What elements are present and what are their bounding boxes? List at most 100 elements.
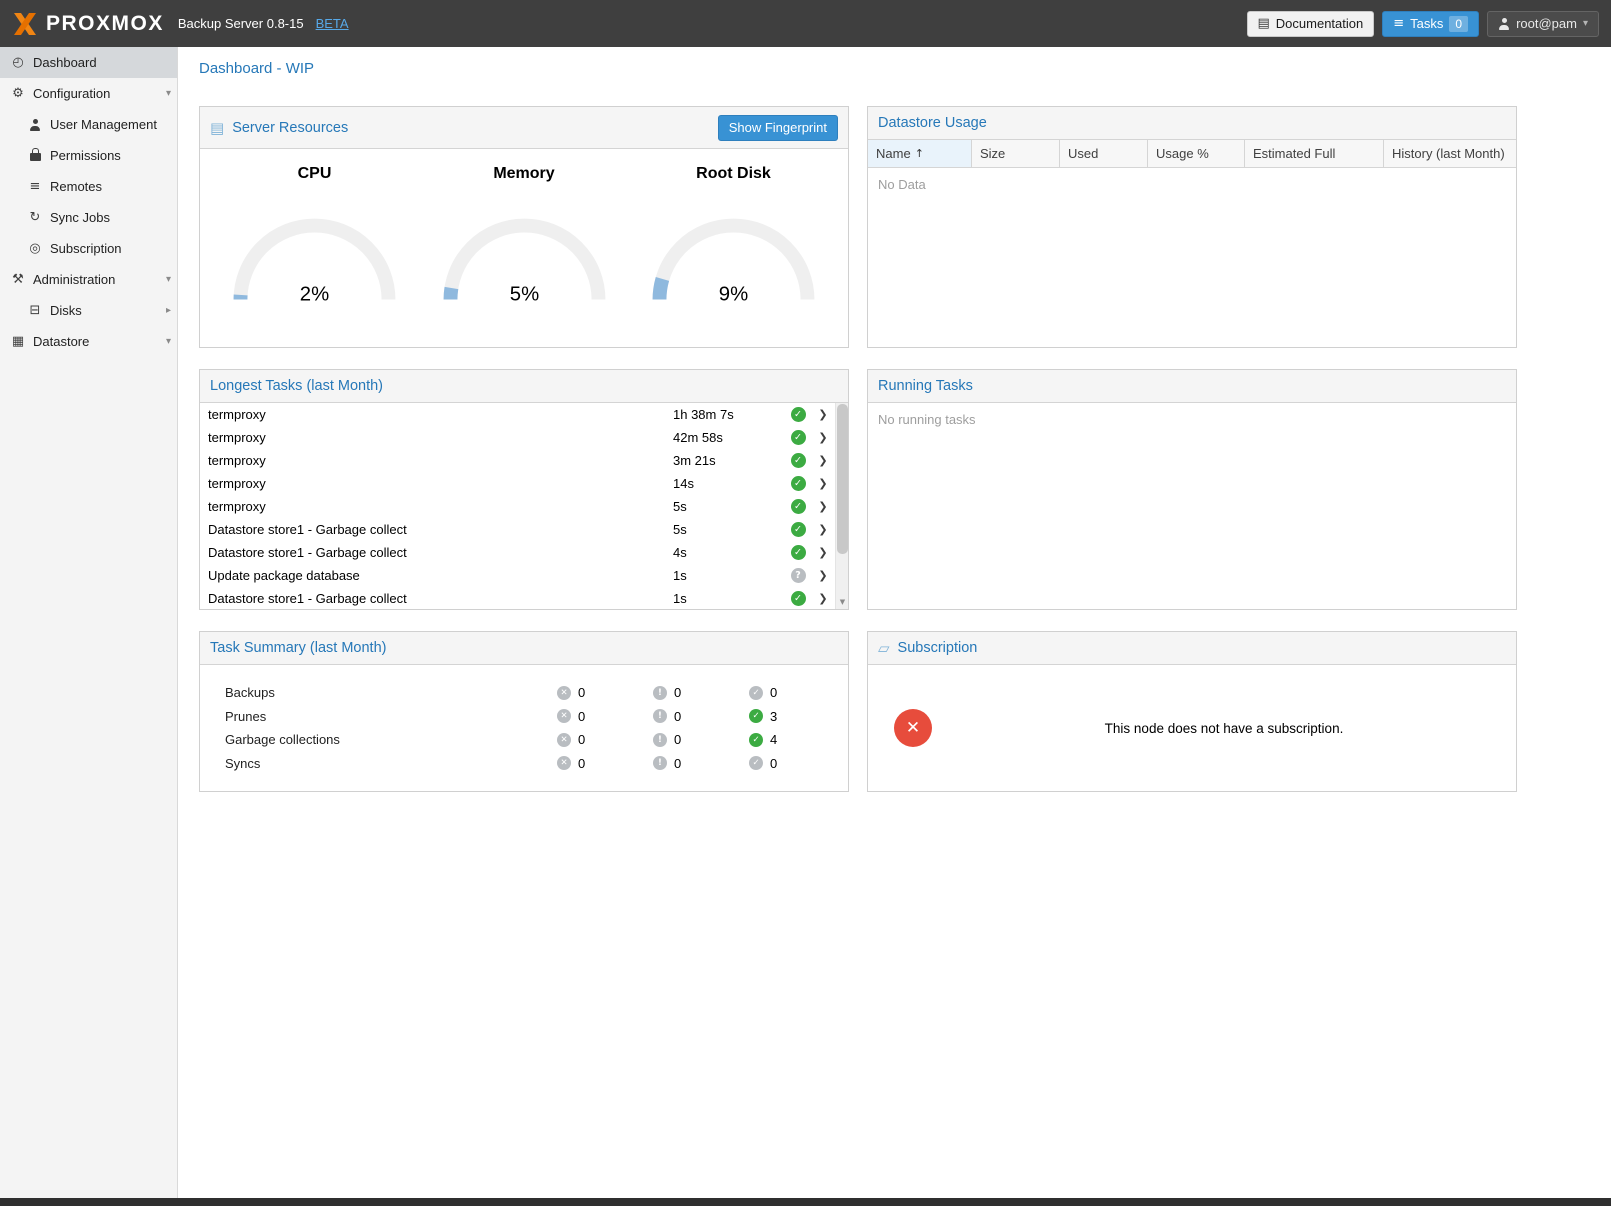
chevron-right-icon[interactable]: ❯ — [811, 477, 835, 490]
longest-tasks-header: Longest Tasks (last Month) — [200, 370, 848, 403]
scrollbar-thumb[interactable] — [837, 404, 848, 554]
column-header-history-last-month[interactable]: History (last Month) — [1384, 140, 1516, 167]
status-ok-icon: ✓ — [791, 545, 806, 560]
running-tasks-header: Running Tasks — [868, 370, 1516, 403]
column-header-usage[interactable]: Usage % — [1148, 140, 1245, 167]
sidebar-item-subscription[interactable]: ◎Subscription — [0, 233, 177, 264]
sidebar-item-sync-jobs[interactable]: ↻Sync Jobs — [0, 202, 177, 233]
sidebar-item-disks[interactable]: ⊟ Disks ▸ — [0, 295, 177, 326]
scrollbar[interactable]: ▼ — [835, 403, 848, 609]
task-row[interactable]: Update package database1s?❯ — [200, 564, 835, 587]
ok-count: 3 — [770, 709, 777, 724]
task-row[interactable]: termproxy14s✓❯ — [200, 472, 835, 495]
sidebar-item-datastore[interactable]: ▦Datastore▾ — [0, 326, 177, 357]
gauge-root-disk: Root Disk9% — [639, 165, 829, 310]
longest-tasks-list: termproxy1h 38m 7s✓❯termproxy42m 58s✓❯te… — [200, 403, 848, 609]
column-header-used[interactable]: Used — [1060, 140, 1148, 167]
chevron-right-icon[interactable]: ❯ — [811, 523, 835, 536]
caret-down-icon[interactable]: ▾ — [166, 274, 171, 285]
tachometer-icon: ◴ — [10, 56, 26, 69]
summary-row: Backups✕0!0✓0 — [225, 681, 848, 705]
task-row[interactable]: Datastore store1 - Garbage collect1s✓❯ — [200, 587, 835, 609]
task-duration: 4s — [673, 545, 785, 560]
column-header-estimated-full[interactable]: Estimated Full — [1245, 140, 1384, 167]
task-summary-header: Task Summary (last Month) — [200, 632, 848, 665]
documentation-button[interactable]: ▤ Documentation — [1247, 11, 1375, 37]
status-ok-icon: ✓ — [791, 591, 806, 606]
sidebar-item-label: Disks — [50, 303, 82, 318]
gauges-area: CPU2%Memory5%Root Disk9% — [200, 149, 848, 310]
chevron-right-icon[interactable]: ❯ — [811, 454, 835, 467]
sidebar-item-user-management[interactable]: User Management — [0, 109, 177, 140]
sidebar-item-administration[interactable]: ⚒Administration▾ — [0, 264, 177, 295]
summary-row: Prunes✕0!0✓3 — [225, 705, 848, 729]
hdd-icon: ⊟ — [27, 304, 43, 317]
ok-count: 0 — [770, 756, 777, 771]
proxmox-logo-icon — [12, 13, 38, 35]
task-duration: 3m 21s — [673, 453, 785, 468]
task-row[interactable]: Datastore store1 - Garbage collect4s✓❯ — [200, 541, 835, 564]
ok-icon: ✓ — [749, 756, 763, 770]
proxmox-brand: PROXMOX — [12, 12, 164, 36]
task-row[interactable]: termproxy42m 58s✓❯ — [200, 426, 835, 449]
task-row[interactable]: termproxy5s✓❯ — [200, 495, 835, 518]
sidebar-item-permissions[interactable]: Permissions — [0, 140, 177, 171]
error-count: 0 — [578, 709, 585, 724]
column-label: Usage % — [1156, 146, 1209, 161]
caret-down-icon[interactable]: ▾ — [166, 88, 171, 99]
sidebar-item-label: Remotes — [50, 179, 102, 194]
task-duration: 5s — [673, 499, 785, 514]
task-row[interactable]: termproxy3m 21s✓❯ — [200, 449, 835, 472]
chevron-right-icon[interactable]: ❯ — [811, 592, 835, 605]
warning-icon: ! — [653, 686, 667, 700]
sidebar-item-configuration[interactable]: ⚙ Configuration ▾ — [0, 78, 177, 109]
chevron-right-icon[interactable]: ❯ — [811, 546, 835, 559]
gauge-cpu: CPU 2% — [220, 165, 410, 310]
user-icon — [1498, 18, 1510, 30]
caret-right-icon[interactable]: ▸ — [166, 305, 171, 316]
sidebar-item-remotes[interactable]: ≡ Remotes — [0, 171, 177, 202]
task-row[interactable]: Datastore store1 - Garbage collect5s✓❯ — [200, 518, 835, 541]
column-header-name[interactable]: Name↑ — [868, 140, 972, 167]
chevron-right-icon[interactable]: ❯ — [811, 500, 835, 513]
beta-link[interactable]: BETA — [316, 16, 349, 31]
panel-subscription: ▱ Subscription ✕ This node does not have… — [867, 631, 1517, 792]
bottom-strip — [0, 1198, 1611, 1206]
chevron-right-icon[interactable]: ❯ — [811, 569, 835, 582]
subscription-header: ▱ Subscription — [868, 632, 1516, 665]
scroll-down-icon[interactable]: ▼ — [836, 594, 848, 609]
chevron-right-icon[interactable]: ❯ — [811, 431, 835, 444]
show-fingerprint-button[interactable]: Show Fingerprint — [718, 115, 838, 141]
error-icon: ✕ — [557, 709, 571, 723]
wrench-icon: ⚒ — [10, 273, 26, 286]
sidebar-item-label: Configuration — [33, 86, 110, 101]
caret-down-icon[interactable]: ▾ — [166, 336, 171, 347]
gauge-label: CPU — [220, 165, 410, 183]
gauge-value: 2% — [300, 283, 329, 305]
server-icon: ≡ — [27, 180, 43, 193]
user-menu-button[interactable]: root@pam ▾ — [1487, 11, 1599, 37]
status-ok-icon: ✓ — [791, 476, 806, 491]
tasks-button[interactable]: ≡ Tasks 0 — [1382, 11, 1479, 37]
chevron-right-icon[interactable]: ❯ — [811, 408, 835, 421]
status-ok-icon: ✓ — [791, 407, 806, 422]
gauge-label: Root Disk — [639, 165, 829, 183]
building-icon: ▦ — [10, 335, 26, 348]
column-header-size[interactable]: Size — [972, 140, 1060, 167]
gears-icon: ⚙ — [10, 87, 26, 100]
error-icon: ✕ — [557, 756, 571, 770]
longest-tasks-title: Longest Tasks (last Month) — [210, 378, 383, 394]
panel-running-tasks: Running Tasks No running tasks — [867, 369, 1517, 610]
panel-task-summary: Task Summary (last Month) Backups✕0!0✓0P… — [199, 631, 849, 792]
sidebar: ◴Dashboard ⚙ Configuration ▾ User Management… — [0, 47, 178, 1198]
warning-icon: ! — [653, 733, 667, 747]
error-count: 0 — [578, 756, 585, 771]
page-title: Dashboard - WIP — [178, 47, 1611, 88]
server-resources-header: ▤ Server Resources Show Fingerprint — [200, 107, 848, 149]
task-duration: 5s — [673, 522, 785, 537]
sidebar-item-dashboard[interactable]: ◴Dashboard — [0, 47, 177, 78]
task-row[interactable]: termproxy1h 38m 7s✓❯ — [200, 403, 835, 426]
tasks-count-badge: 0 — [1449, 16, 1468, 32]
unlock-icon — [27, 148, 43, 164]
topbar-actions: ▤ Documentation ≡ Tasks 0 root@pam ▾ — [1247, 11, 1600, 37]
